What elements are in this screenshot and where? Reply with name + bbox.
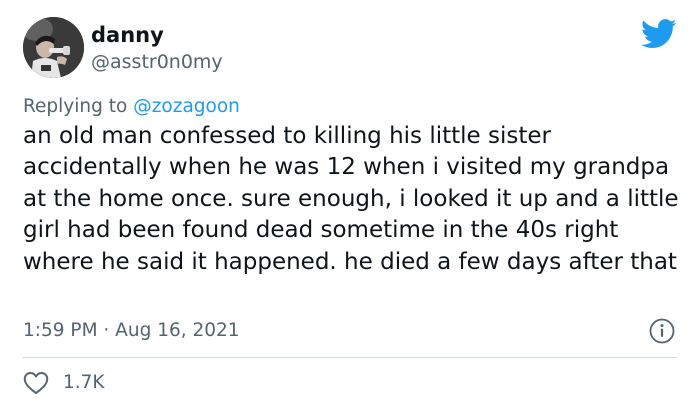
divider — [23, 357, 677, 358]
replying-to: Replying to @zozagoon — [23, 95, 240, 119]
like-count: 1.7K — [63, 372, 105, 393]
twitter-bird-icon[interactable] — [641, 19, 677, 49]
reply-mention-link[interactable]: @zozagoon — [133, 96, 240, 117]
replying-to-label: Replying to — [23, 96, 128, 117]
tweet-timestamp[interactable]: 1:59 PM · Aug 16, 2021 — [23, 319, 240, 343]
tweet-text: an old man confessed to killing his litt… — [23, 123, 679, 275]
heart-icon[interactable] — [23, 371, 49, 395]
avatar-photo — [23, 17, 84, 78]
like-button[interactable]: 1.7K — [23, 370, 105, 396]
info-icon[interactable] — [649, 318, 675, 344]
avatar[interactable] — [23, 17, 84, 78]
user-handle[interactable]: @asstr0n0my — [91, 50, 223, 74]
display-name[interactable]: danny — [91, 22, 164, 48]
